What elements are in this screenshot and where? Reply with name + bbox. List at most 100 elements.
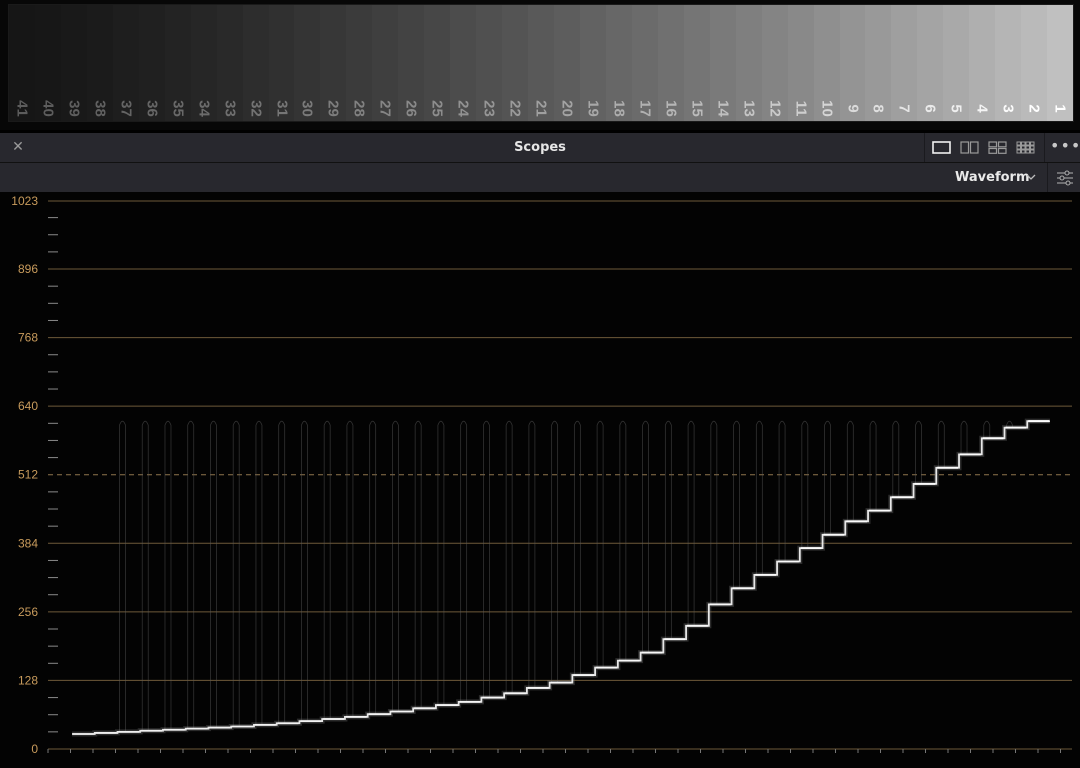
grey-patch: 35	[164, 5, 191, 121]
grey-patch: 2	[1021, 5, 1048, 121]
patch-number: 19	[584, 100, 602, 117]
dual-layout-icon[interactable]	[959, 139, 981, 156]
patch-number: 40	[39, 100, 57, 117]
patch-number: 24	[454, 100, 472, 117]
patch-number: 37	[117, 100, 135, 117]
edge-spike	[528, 420, 536, 688]
edge-spike	[460, 420, 468, 702]
patch-number: 3	[999, 104, 1017, 113]
patch-number: 39	[65, 100, 83, 117]
grey-patch: 11	[787, 5, 814, 121]
patch-number: 29	[324, 100, 342, 117]
patch-number: 21	[532, 100, 550, 117]
edge-spike	[710, 420, 718, 605]
scopes-header: ✕ Scopes •••	[0, 133, 1080, 163]
edge-spike	[846, 420, 854, 522]
patch-number: 1	[1051, 104, 1069, 113]
grey-patch: 8	[865, 5, 892, 121]
grey-patch: 25	[424, 5, 451, 121]
scope-type-label: Waveform	[955, 170, 1030, 185]
grey-patch: 21	[528, 5, 555, 121]
grey-patch: 30	[294, 5, 321, 121]
single-layout-icon[interactable]	[931, 139, 953, 156]
grey-patch: 6	[917, 5, 944, 121]
grey-patch: 24	[450, 5, 477, 121]
patch-number: 5	[947, 104, 965, 113]
edge-spike	[187, 420, 195, 729]
patch-number: 10	[818, 100, 836, 117]
y-tick-label: 128	[18, 673, 38, 687]
patch-number: 14	[714, 100, 732, 117]
waveform-scope[interactable]: 1023 896 768 640 512 384 256 128 0	[0, 192, 1080, 768]
edge-spike	[664, 420, 672, 640]
scope-type-dropdown[interactable]: Waveform	[948, 165, 1042, 190]
edge-spike	[619, 420, 627, 661]
multi-layout-icon[interactable]	[1015, 139, 1037, 156]
patch-number: 31	[273, 100, 291, 117]
edge-spike	[141, 420, 149, 731]
edge-spike	[164, 420, 172, 730]
edge-spike	[642, 420, 650, 653]
edge-spike	[755, 420, 763, 575]
waveform-trace	[72, 420, 1050, 735]
grey-patch: 1	[1047, 5, 1073, 121]
grey-patch: 18	[605, 5, 632, 121]
edge-spike	[323, 420, 331, 720]
edge-spike	[119, 420, 126, 732]
y-tick-label: 640	[18, 399, 38, 413]
grey-patch: 39	[60, 5, 87, 121]
patch-number: 15	[688, 100, 706, 117]
edge-spike	[960, 420, 968, 455]
grey-patch: 7	[891, 5, 918, 121]
patch-number: 16	[662, 100, 680, 117]
grey-patch: 37	[112, 5, 139, 121]
edge-spike	[892, 420, 900, 498]
grey-patch: 40	[34, 5, 61, 121]
patch-number: 26	[402, 100, 420, 117]
grey-patch: 27	[372, 5, 399, 121]
patch-number: 8	[869, 104, 887, 113]
patch-number: 18	[610, 100, 628, 117]
edge-spike	[278, 420, 286, 724]
grey-patch: 41	[9, 5, 35, 121]
grey-patch: 15	[683, 5, 710, 121]
sliders-icon[interactable]	[1047, 163, 1080, 192]
edge-spike	[210, 420, 217, 728]
edge-spike	[824, 420, 831, 535]
grey-patch: 38	[86, 5, 113, 121]
grey-patch: 26	[398, 5, 425, 121]
grey-patch: 16	[657, 5, 684, 121]
y-tick-label: 256	[18, 605, 38, 619]
edge-spike	[255, 420, 263, 725]
edge-spike	[573, 420, 581, 676]
patch-number: 34	[195, 100, 213, 117]
grey-patch: 28	[346, 5, 373, 121]
chevron-down-icon	[1026, 174, 1036, 180]
patch-number: 7	[895, 104, 913, 113]
edge-spike	[437, 420, 445, 706]
edge-spike	[392, 420, 399, 712]
quad-layout-icon[interactable]	[987, 139, 1009, 156]
edge-spike	[301, 420, 308, 722]
edge-spike	[733, 420, 740, 589]
patch-number: 41	[13, 100, 31, 117]
grey-patch: 22	[502, 5, 529, 121]
patch-number: 27	[376, 100, 394, 117]
grey-patch: 34	[190, 5, 217, 121]
y-tick-label: 0	[31, 742, 38, 756]
patch-number: 12	[766, 100, 784, 117]
grey-patch: 36	[138, 5, 165, 121]
patch-number: 36	[143, 100, 161, 117]
edge-spike	[414, 420, 422, 709]
edge-spike	[778, 420, 786, 562]
waveform-chart: 1023 896 768 640 512 384 256 128 0	[11, 194, 1072, 756]
edge-spike	[596, 420, 604, 668]
more-options-icon[interactable]: •••	[1050, 133, 1080, 162]
patch-number: 4	[973, 104, 991, 113]
trace-glow	[72, 418, 1050, 737]
grey-patch: 31	[268, 5, 295, 121]
patch-number: 17	[636, 100, 654, 117]
patch-number: 23	[480, 100, 498, 117]
y-tick-label: 1023	[11, 194, 38, 208]
patch-number: 13	[740, 100, 758, 117]
